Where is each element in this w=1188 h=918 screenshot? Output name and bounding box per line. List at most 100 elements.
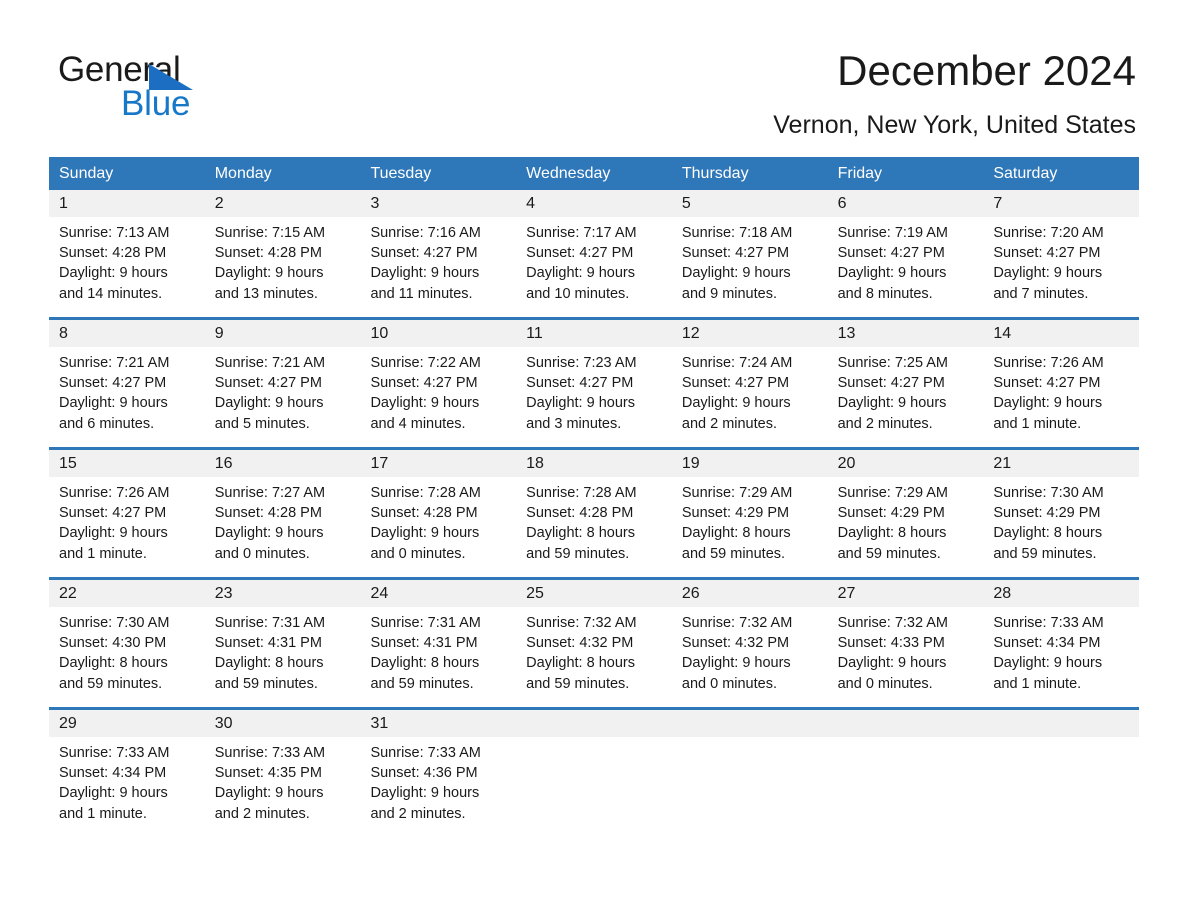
daylight-text-line1: Daylight: 9 hours bbox=[837, 655, 947, 672]
day-cell[interactable]: Sunrise: 7:28 AM Sunset: 4:28 PM Dayligh… bbox=[360, 477, 516, 577]
day-cell[interactable]: Sunrise: 7:21 AM Sunset: 4:27 PM Dayligh… bbox=[205, 347, 361, 447]
day-cell[interactable]: Sunrise: 7:15 AM Sunset: 4:28 PM Dayligh… bbox=[205, 217, 361, 317]
sunrise-text: Sunrise: 7:15 AM bbox=[214, 225, 326, 241]
day-cell[interactable]: Sunrise: 7:31 AM Sunset: 4:31 PM Dayligh… bbox=[360, 607, 516, 707]
day-number[interactable]: 3 bbox=[360, 190, 516, 217]
sunset-text: Sunset: 4:32 PM bbox=[526, 635, 634, 652]
general-blue-logo[interactable]: General Blue bbox=[58, 50, 318, 123]
sunset-text: Sunset: 4:28 PM bbox=[214, 505, 322, 522]
day-number[interactable]: 27 bbox=[828, 580, 984, 607]
week-daynumber-band: 22 23 24 25 26 27 28 bbox=[49, 580, 1139, 607]
week-row: 8 9 10 11 12 13 14 Sunrise: 7:21 AM Suns… bbox=[49, 317, 1139, 447]
day-cell[interactable]: Sunrise: 7:19 AM Sunset: 4:27 PM Dayligh… bbox=[828, 217, 984, 317]
daylight-text-line2: and 1 minute. bbox=[59, 805, 147, 822]
day-cell[interactable]: Sunrise: 7:33 AM Sunset: 4:35 PM Dayligh… bbox=[205, 737, 361, 837]
day-number[interactable]: 28 bbox=[983, 580, 1139, 607]
day-cell-empty bbox=[828, 737, 984, 837]
day-cell[interactable]: Sunrise: 7:16 AM Sunset: 4:27 PM Dayligh… bbox=[360, 217, 516, 317]
day-number[interactable]: 1 bbox=[49, 190, 205, 217]
day-number[interactable]: 12 bbox=[672, 320, 828, 347]
day-number[interactable]: 14 bbox=[983, 320, 1139, 347]
week-detail-band: Sunrise: 7:30 AM Sunset: 4:30 PM Dayligh… bbox=[49, 607, 1139, 707]
sunset-text: Sunset: 4:33 PM bbox=[837, 635, 945, 652]
week-row: 1 2 3 4 5 6 7 Sunrise: 7:13 AM Sunset: 4… bbox=[49, 190, 1139, 317]
day-number[interactable]: 17 bbox=[360, 450, 516, 477]
sunrise-text: Sunrise: 7:32 AM bbox=[526, 615, 637, 631]
day-cell[interactable]: Sunrise: 7:18 AM Sunset: 4:27 PM Dayligh… bbox=[672, 217, 828, 317]
day-cell[interactable]: Sunrise: 7:23 AM Sunset: 4:27 PM Dayligh… bbox=[516, 347, 672, 447]
daylight-text-line2: and 59 minutes. bbox=[993, 545, 1097, 562]
sunset-text: Sunset: 4:27 PM bbox=[59, 505, 167, 522]
day-number[interactable]: 24 bbox=[360, 580, 516, 607]
daylight-text-line1: Daylight: 8 hours bbox=[526, 525, 635, 542]
day-number[interactable]: 11 bbox=[516, 320, 672, 347]
day-cell[interactable]: Sunrise: 7:32 AM Sunset: 4:32 PM Dayligh… bbox=[516, 607, 672, 707]
day-number[interactable]: 25 bbox=[516, 580, 672, 607]
day-number[interactable]: 16 bbox=[205, 450, 361, 477]
day-cell[interactable]: Sunrise: 7:33 AM Sunset: 4:34 PM Dayligh… bbox=[49, 737, 205, 837]
day-cell[interactable]: Sunrise: 7:33 AM Sunset: 4:34 PM Dayligh… bbox=[983, 607, 1139, 707]
daylight-text-line2: and 3 minutes. bbox=[526, 415, 622, 432]
day-number[interactable]: 15 bbox=[49, 450, 205, 477]
day-cell[interactable]: Sunrise: 7:31 AM Sunset: 4:31 PM Dayligh… bbox=[205, 607, 361, 707]
weekday-header-monday: Monday bbox=[214, 165, 272, 182]
day-cell-empty bbox=[983, 737, 1139, 837]
sunset-text: Sunset: 4:28 PM bbox=[214, 245, 322, 262]
sunset-text: Sunset: 4:34 PM bbox=[59, 765, 167, 782]
day-number[interactable]: 6 bbox=[828, 190, 984, 217]
day-cell[interactable]: Sunrise: 7:13 AM Sunset: 4:28 PM Dayligh… bbox=[49, 217, 205, 317]
day-number[interactable]: 8 bbox=[49, 320, 205, 347]
day-number[interactable]: 22 bbox=[49, 580, 205, 607]
daylight-text-line1: Daylight: 9 hours bbox=[681, 395, 791, 412]
day-cell[interactable]: Sunrise: 7:30 AM Sunset: 4:29 PM Dayligh… bbox=[983, 477, 1139, 577]
day-cell[interactable]: Sunrise: 7:28 AM Sunset: 4:28 PM Dayligh… bbox=[516, 477, 672, 577]
daylight-text-line1: Daylight: 8 hours bbox=[993, 525, 1103, 542]
daylight-text-line2: and 2 minutes. bbox=[370, 805, 466, 822]
daylight-text-line2: and 6 minutes. bbox=[59, 415, 155, 432]
day-cell[interactable]: Sunrise: 7:33 AM Sunset: 4:36 PM Dayligh… bbox=[360, 737, 516, 837]
logo-text-blue: Blue bbox=[121, 84, 191, 123]
day-number[interactable]: 31 bbox=[360, 710, 516, 737]
day-number[interactable]: 29 bbox=[49, 710, 205, 737]
day-cell[interactable]: Sunrise: 7:26 AM Sunset: 4:27 PM Dayligh… bbox=[49, 477, 205, 577]
day-cell[interactable]: Sunrise: 7:26 AM Sunset: 4:27 PM Dayligh… bbox=[983, 347, 1139, 447]
day-number[interactable]: 20 bbox=[828, 450, 984, 477]
day-cell[interactable]: Sunrise: 7:27 AM Sunset: 4:28 PM Dayligh… bbox=[205, 477, 361, 577]
day-number[interactable]: 2 bbox=[205, 190, 361, 217]
day-cell[interactable]: Sunrise: 7:22 AM Sunset: 4:27 PM Dayligh… bbox=[360, 347, 516, 447]
page-header: General Blue December 2024 Vernon, New Y… bbox=[0, 0, 1188, 150]
day-number[interactable]: 21 bbox=[983, 450, 1139, 477]
day-number[interactable]: 18 bbox=[516, 450, 672, 477]
sunset-text: Sunset: 4:29 PM bbox=[837, 505, 945, 522]
day-number[interactable]: 26 bbox=[672, 580, 828, 607]
day-cell[interactable]: Sunrise: 7:32 AM Sunset: 4:32 PM Dayligh… bbox=[672, 607, 828, 707]
day-cell[interactable]: Sunrise: 7:29 AM Sunset: 4:29 PM Dayligh… bbox=[672, 477, 828, 577]
sunrise-text: Sunrise: 7:23 AM bbox=[526, 355, 637, 371]
day-cell[interactable]: Sunrise: 7:29 AM Sunset: 4:29 PM Dayligh… bbox=[828, 477, 984, 577]
weekday-header-tuesday: Tuesday bbox=[370, 165, 432, 182]
day-number[interactable]: 7 bbox=[983, 190, 1139, 217]
daylight-text-line1: Daylight: 9 hours bbox=[59, 395, 168, 412]
day-cell[interactable]: Sunrise: 7:30 AM Sunset: 4:30 PM Dayligh… bbox=[49, 607, 205, 707]
day-number[interactable]: 4 bbox=[516, 190, 672, 217]
day-number[interactable]: 19 bbox=[672, 450, 828, 477]
day-cell[interactable]: Sunrise: 7:24 AM Sunset: 4:27 PM Dayligh… bbox=[672, 347, 828, 447]
day-number[interactable]: 23 bbox=[205, 580, 361, 607]
day-number[interactable]: 9 bbox=[205, 320, 361, 347]
daylight-text-line2: and 59 minutes. bbox=[370, 675, 474, 692]
day-number[interactable]: 5 bbox=[672, 190, 828, 217]
day-cell[interactable]: Sunrise: 7:20 AM Sunset: 4:27 PM Dayligh… bbox=[983, 217, 1139, 317]
sunrise-text: Sunrise: 7:26 AM bbox=[993, 355, 1104, 371]
day-number[interactable]: 30 bbox=[205, 710, 361, 737]
weekday-header-thursday: Thursday bbox=[681, 165, 749, 182]
day-number[interactable]: 13 bbox=[828, 320, 984, 347]
day-cell[interactable]: Sunrise: 7:17 AM Sunset: 4:27 PM Dayligh… bbox=[516, 217, 672, 317]
day-cell[interactable]: Sunrise: 7:21 AM Sunset: 4:27 PM Dayligh… bbox=[49, 347, 205, 447]
week-detail-band: Sunrise: 7:13 AM Sunset: 4:28 PM Dayligh… bbox=[49, 217, 1139, 317]
day-cell[interactable]: Sunrise: 7:25 AM Sunset: 4:27 PM Dayligh… bbox=[828, 347, 984, 447]
daylight-text-line1: Daylight: 9 hours bbox=[681, 655, 791, 672]
day-number[interactable]: 10 bbox=[360, 320, 516, 347]
day-cell[interactable]: Sunrise: 7:32 AM Sunset: 4:33 PM Dayligh… bbox=[828, 607, 984, 707]
sunrise-text: Sunrise: 7:13 AM bbox=[59, 225, 170, 241]
week-row: 29 30 31 Sunrise: 7:33 AM Sunset: 4:34 P… bbox=[49, 707, 1139, 837]
